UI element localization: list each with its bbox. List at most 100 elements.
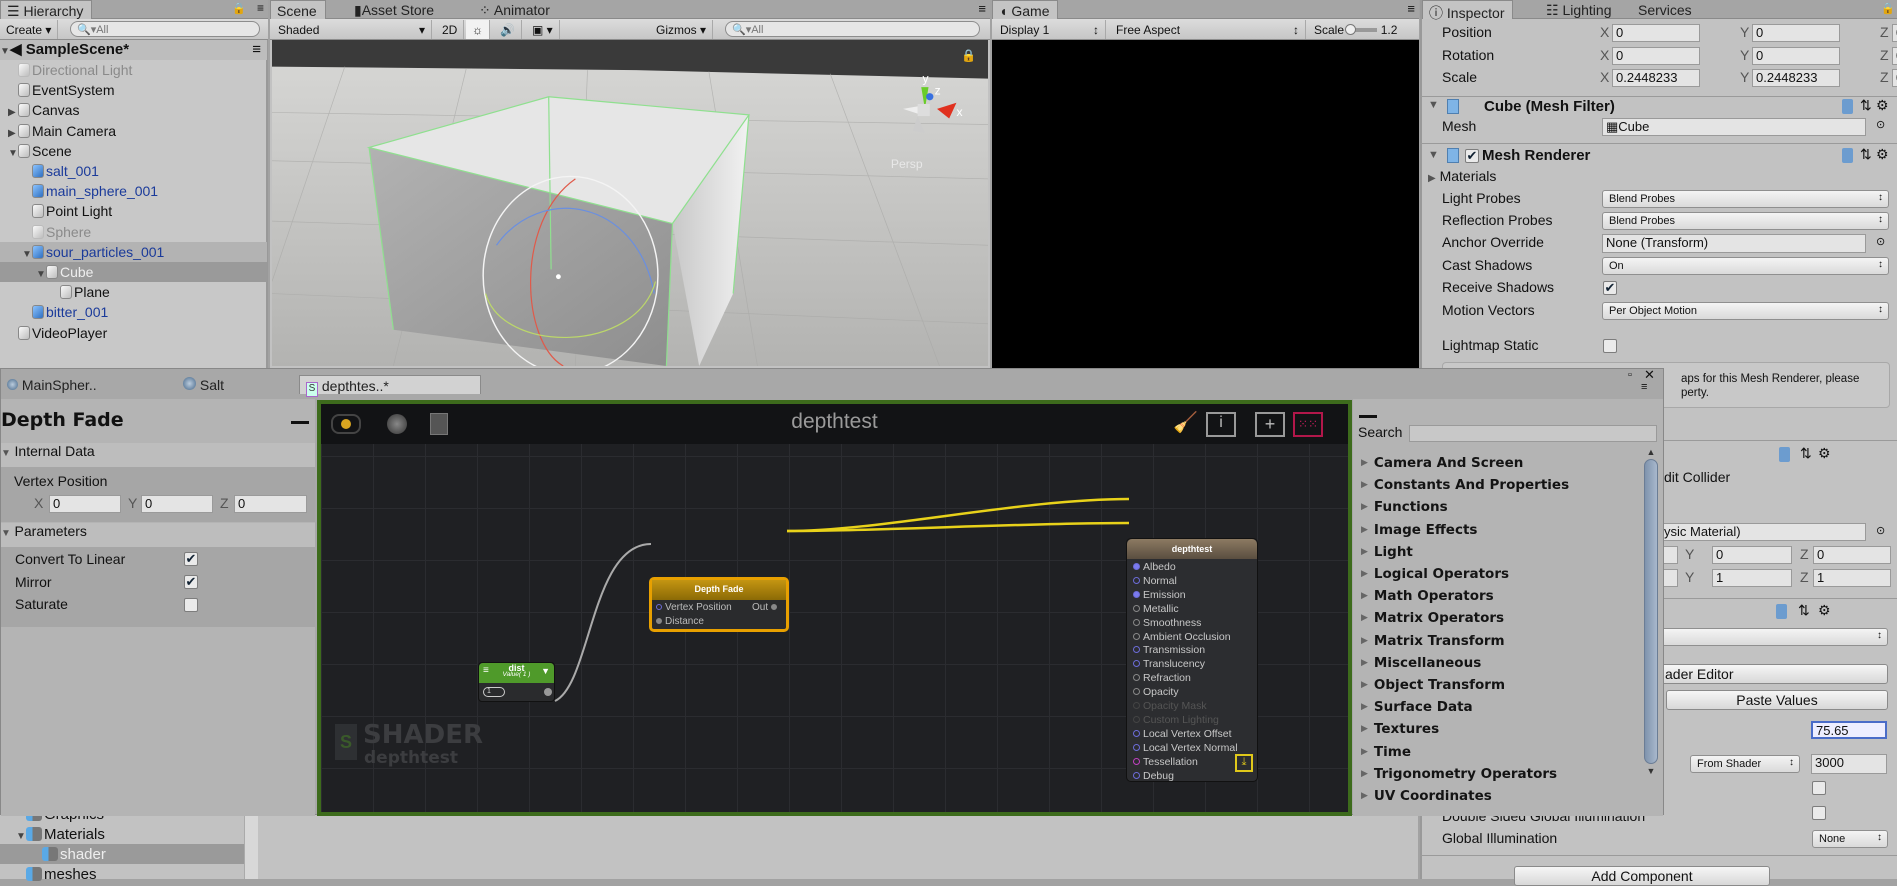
presets-icon[interactable]: ⇅ <box>1860 146 1872 163</box>
palette-category[interactable]: Miscellaneous <box>1361 655 1481 671</box>
mesh-field[interactable]: ▦Cube <box>1602 118 1866 136</box>
help-icon[interactable] <box>1842 148 1853 163</box>
gear-icon[interactable]: ⚙ <box>1818 602 1831 619</box>
node-graph-canvas[interactable]: depthtest 🧹 i + ⁙⁙ ≡ dist Value( 1 ) ▼ 1… <box>317 400 1352 816</box>
input-port[interactable]: Transmission <box>1133 644 1205 656</box>
input-port[interactable]: Ambient Occlusion <box>1133 631 1231 643</box>
value-field[interactable]: 1 <box>483 687 505 697</box>
hierarchy-item[interactable]: Directional Light <box>0 60 267 80</box>
scene-search-input[interactable]: 🔍▾All <box>725 21 980 37</box>
slider-track[interactable] <box>1345 24 1378 35</box>
hierarchy-item[interactable]: Plane <box>0 282 267 302</box>
tab-scene[interactable]: Scene <box>270 0 326 19</box>
create-button[interactable]: Create ▾ <box>0 20 59 39</box>
render-queue-dropdown[interactable]: From Shader <box>1690 755 1800 773</box>
lock-icon[interactable]: 🔒 <box>1881 2 1895 15</box>
mesh-renderer-enabled-checkbox[interactable]: ✔ <box>1465 149 1479 163</box>
2d-toggle[interactable]: 2D <box>436 20 465 39</box>
convert-to-linear-checkbox[interactable]: ✔ <box>184 552 198 566</box>
hierarchy-item[interactable]: ▼ Cube <box>0 262 267 282</box>
input-port[interactable]: Debug <box>1133 770 1174 782</box>
panel-menu-icon[interactable]: ≡ <box>257 1 264 15</box>
palette-category[interactable]: Object Transform <box>1361 677 1505 693</box>
project-folder-item[interactable]: ▼ Materials <box>0 824 244 844</box>
palette-category[interactable]: Math Operators <box>1361 588 1494 604</box>
center-y-field[interactable]: 0 <box>1712 546 1792 564</box>
input-port[interactable]: Local Vertex Normal <box>1133 742 1238 754</box>
scene-root-row[interactable]: ▼◀ SampleScene* ≡ <box>0 40 267 60</box>
vertex-y-field[interactable]: 0 <box>141 495 213 513</box>
effects-toggle-icon[interactable]: ▣ ▾ <box>526 20 560 39</box>
hierarchy-search-input[interactable]: 🔍▾All <box>70 21 260 37</box>
hierarchy-item[interactable]: ▶ Canvas <box>0 100 267 120</box>
lightmap-static-checkbox[interactable] <box>1603 339 1617 353</box>
node-depth-fade[interactable]: Depth Fade Vertex Position Distance Out <box>649 577 789 632</box>
light-probes-dropdown[interactable]: Blend Probes <box>1602 190 1889 208</box>
project-folder-item[interactable]: shader <box>0 844 244 864</box>
double-sided-gi-checkbox[interactable] <box>1812 806 1826 820</box>
foldout-arrow-icon[interactable]: ▼ <box>1428 99 1439 111</box>
object-picker-icon[interactable]: ⊙ <box>1876 118 1885 131</box>
object-picker-icon[interactable]: ⊙ <box>1876 524 1885 537</box>
saturate-checkbox[interactable] <box>184 598 198 612</box>
palette-category[interactable]: Logical Operators <box>1361 566 1509 582</box>
input-distance[interactable]: Distance <box>656 616 704 627</box>
help-icon[interactable] <box>1776 604 1787 619</box>
presets-icon[interactable]: ⇅ <box>1800 445 1812 462</box>
object-picker-icon[interactable]: ⊙ <box>1876 235 1885 248</box>
hierarchy-item[interactable]: Point Light <box>0 201 267 221</box>
scale-y-field[interactable]: 0.2448233 <box>1752 69 1840 87</box>
input-port[interactable]: Smoothness <box>1133 617 1201 629</box>
presets-icon[interactable]: ⇅ <box>1860 97 1872 114</box>
gear-icon[interactable]: ⚙ <box>1876 146 1889 163</box>
display-dropdown[interactable]: Display 1 ↕ <box>994 20 1106 39</box>
rotation-y-field[interactable]: 0 <box>1752 46 1840 65</box>
panel-menu-icon[interactable]: ≡ <box>1407 1 1415 16</box>
output-port[interactable] <box>544 688 552 696</box>
node-master-output[interactable]: depthtest Albedo Normal Emission Metallic Sm… <box>1126 538 1258 782</box>
rotation-z-field[interactable]: 0 <box>1892 46 1897 65</box>
maximize-icon[interactable]: ▫ <box>1628 369 1632 381</box>
rotation-x-field[interactable]: 0 <box>1612 46 1700 65</box>
lock-icon[interactable]: 🔒 <box>232 2 246 15</box>
shader-dropdown[interactable] <box>1660 628 1888 646</box>
input-port[interactable]: Albedo <box>1133 561 1176 573</box>
center-z-field[interactable]: 0 <box>1813 546 1891 564</box>
hierarchy-item[interactable]: ▶ Main Camera <box>0 121 267 141</box>
hierarchy-item[interactable]: Sphere <box>0 222 267 242</box>
input-port[interactable]: Tessellation <box>1133 756 1198 768</box>
tab-salt[interactable]: Salt <box>177 375 232 394</box>
audio-toggle-icon[interactable]: 🔊 <box>494 20 522 39</box>
tab-animator[interactable]: ⁘ Animator <box>473 0 558 19</box>
gear-icon[interactable]: ⚙ <box>1818 445 1831 462</box>
palette-category[interactable]: Surface Data <box>1361 699 1473 715</box>
shading-mode-dropdown[interactable]: Shaded ▾ <box>272 20 432 39</box>
hierarchy-item[interactable]: main_sphere_001 <box>0 181 267 201</box>
tab-mainsphere[interactable]: MainSpher.. <box>1 375 105 394</box>
tab-asset-store[interactable]: ▮Asset Store <box>348 0 442 19</box>
foldout-arrow-icon[interactable]: ▶ <box>1428 173 1436 184</box>
input-port[interactable]: Emission <box>1133 589 1186 601</box>
internal-data-header[interactable]: ▼ Internal Data <box>1 443 315 467</box>
edit-collider-label[interactable]: dit Collider <box>1664 469 1730 485</box>
materials-foldout[interactable]: ▶ Materials <box>1428 168 1496 184</box>
save-download-icon[interactable]: ⤓ <box>1235 754 1253 772</box>
position-y-field[interactable]: 0 <box>1752 24 1840 42</box>
palette-category[interactable]: Matrix Transform <box>1361 633 1505 649</box>
tab-game[interactable]: ◖ Game <box>992 0 1059 19</box>
position-z-field[interactable]: 0 <box>1892 24 1897 42</box>
input-port[interactable]: Local Vertex Offset <box>1133 728 1232 740</box>
tab-hierarchy[interactable]: ☰ Hierarchy <box>0 0 93 19</box>
tab-inspector[interactable]: ⓘ Inspector <box>1422 0 1514 21</box>
hierarchy-item[interactable]: VideoPlayer <box>0 323 267 343</box>
input-port[interactable]: Refraction <box>1133 672 1191 684</box>
open-shader-editor-button[interactable]: ader Editor <box>1660 664 1888 684</box>
project-folder-item[interactable]: meshes <box>0 864 244 884</box>
palette-category[interactable]: Camera And Screen <box>1361 455 1523 471</box>
output-out[interactable]: Out <box>752 602 780 613</box>
scale-z-field[interactable]: 0.2448233 <box>1892 69 1897 87</box>
gizmos-dropdown[interactable]: Gizmos ▾ <box>650 20 714 39</box>
gear-icon[interactable]: ⚙ <box>1876 97 1889 114</box>
input-port[interactable]: Metallic <box>1133 603 1179 615</box>
hierarchy-item[interactable]: bitter_001 <box>0 302 267 322</box>
